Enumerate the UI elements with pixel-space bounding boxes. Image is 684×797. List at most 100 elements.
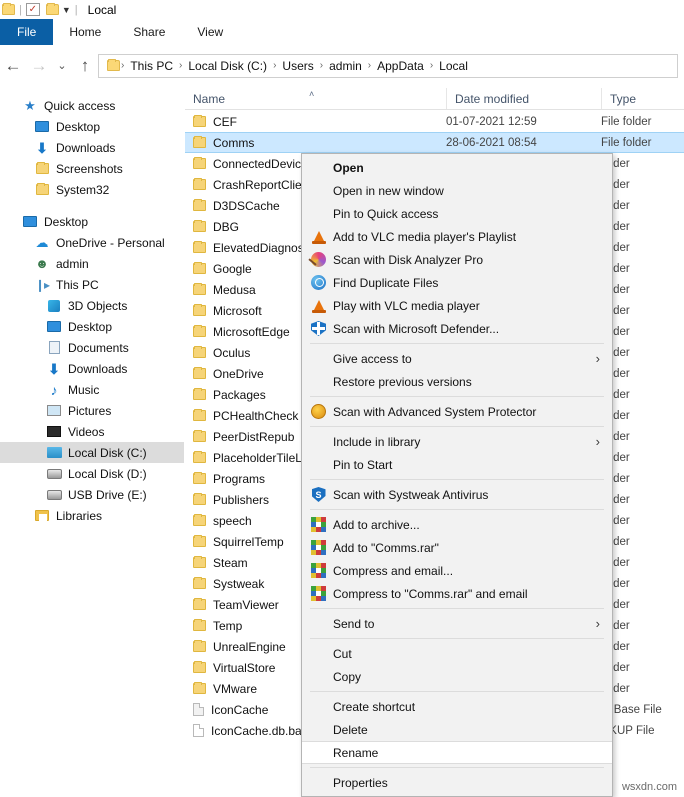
breadcrumb-item-local-disk-c[interactable]: Local Disk (C:) (183, 59, 272, 73)
sidebar-item-videos[interactable]: Videos (0, 421, 184, 442)
sidebar-item-local-disk-c[interactable]: Local Disk (C:) (0, 442, 184, 463)
sidebar-item-local-disk-d[interactable]: Local Disk (D:) (0, 463, 184, 484)
folder-icon (193, 136, 206, 148)
menu-item-include-in-library[interactable]: Include in library › (302, 430, 612, 453)
sidebar-item-music[interactable]: ♪ Music (0, 379, 184, 400)
file-name-label: OneDrive (213, 366, 264, 381)
folder-icon (193, 472, 206, 484)
file-type-cell: File folder (601, 115, 652, 128)
menu-separator (310, 343, 604, 344)
menu-icon-empty (310, 645, 327, 662)
sidebar-item-downloads[interactable]: ⬇ Downloads (0, 137, 184, 158)
menu-item-add-to-comms-rar[interactable]: Add to "Comms.rar" (302, 536, 612, 559)
document-icon (46, 340, 62, 356)
sidebar-item-desktop[interactable]: Desktop (0, 211, 184, 232)
tab-home[interactable]: Home (53, 19, 117, 45)
menu-item-compress-and-email[interactable]: Compress and email... (302, 559, 612, 582)
column-header-date-modified[interactable]: Date modified (446, 88, 601, 109)
file-type-cell: folder (601, 451, 630, 464)
menu-item-give-access-to[interactable]: Give access to › (302, 347, 612, 370)
menu-item-add-to-vlc-media-player-s-playlist[interactable]: Add to VLC media player's Playlist (302, 225, 612, 248)
file-type-cell: folder (601, 367, 630, 380)
breadcrumb-item-this-pc[interactable]: This PC (125, 59, 178, 73)
menu-item-rename[interactable]: Rename (302, 741, 612, 764)
sidebar-item-system32[interactable]: System32 (0, 179, 184, 200)
menu-item-open[interactable]: Open (302, 156, 612, 179)
folder-icon (193, 556, 206, 568)
column-header-name[interactable]: Name ˄ (185, 88, 446, 109)
recent-locations-button[interactable]: ⌄ (52, 53, 72, 79)
up-button[interactable]: ↑ (72, 53, 98, 79)
breadcrumb-item-local[interactable]: Local (434, 59, 473, 73)
tab-view[interactable]: View (181, 19, 239, 45)
menu-item-delete[interactable]: Delete (302, 718, 612, 741)
file-name-label: IconCache (211, 702, 269, 717)
table-row[interactable]: Comms 28-06-2021 08:54 File folder (185, 132, 684, 153)
forward-button[interactable]: → (26, 53, 52, 79)
sidebar-item-this-pc[interactable]: ❙▸ This PC (0, 274, 184, 295)
menu-item-label: Create shortcut (333, 699, 416, 714)
menu-item-restore-previous-versions[interactable]: Restore previous versions (302, 370, 612, 393)
tab-share[interactable]: Share (117, 19, 181, 45)
menu-item-add-to-archive[interactable]: Add to archive... (302, 513, 612, 536)
find-duplicate-icon (310, 274, 327, 291)
sidebar-item-3d-objects[interactable]: 3D Objects (0, 295, 184, 316)
sidebar-item-desktop[interactable]: Desktop (0, 316, 184, 337)
file-type-cell: folder (601, 556, 630, 569)
breadcrumb-item-users[interactable]: Users (277, 59, 318, 73)
menu-item-scan-with-systweak-antivirus[interactable]: S Scan with Systweak Antivirus (302, 483, 612, 506)
sidebar-item-quick-access[interactable]: ★ Quick access (0, 95, 184, 116)
file-name-label: CEF (213, 114, 237, 129)
menu-separator (310, 608, 604, 609)
tab-file[interactable]: File (0, 19, 54, 45)
new-folder-icon[interactable] (45, 3, 59, 15)
back-button[interactable]: ← (0, 53, 26, 79)
file-name-label: Oculus (213, 345, 251, 360)
disk-analyzer-icon (310, 251, 327, 268)
file-type-cell: folder (601, 640, 630, 653)
menu-item-scan-with-advanced-system-protector[interactable]: Scan with Advanced System Protector (302, 400, 612, 423)
sidebar-item-pictures[interactable]: Pictures (0, 400, 184, 421)
menu-item-find-duplicate-files[interactable]: Find Duplicate Files (302, 271, 612, 294)
context-menu[interactable]: Open Open in new window Pin to Quick acces… (301, 153, 613, 797)
breadcrumb-item-appdata[interactable]: AppData (372, 59, 429, 73)
menu-item-copy[interactable]: Copy (302, 665, 612, 688)
menu-item-scan-with-microsoft-defender[interactable]: Scan with Microsoft Defender... (302, 317, 612, 340)
navigation-pane[interactable]: ★ Quick access Desktop ⬇ Downloads Screenshot… (0, 88, 184, 797)
file-name-label: IconCache.db.ba (211, 723, 302, 738)
breadcrumb[interactable]: › This PC › Local Disk (C:) › Users › ad… (98, 53, 678, 78)
sidebar-item-desktop[interactable]: Desktop (0, 116, 184, 137)
file-type-cell: folder (601, 577, 630, 590)
folder-icon (193, 661, 206, 673)
folder-icon (193, 682, 206, 694)
breadcrumb-item-admin[interactable]: admin (324, 59, 367, 73)
menu-icon-empty (310, 350, 327, 367)
sidebar-item-label: This PC (56, 277, 99, 292)
folder-icon (193, 409, 206, 421)
menu-item-open-in-new-window[interactable]: Open in new window (302, 179, 612, 202)
menu-item-pin-to-start[interactable]: Pin to Start (302, 453, 612, 476)
menu-item-send-to[interactable]: Send to › (302, 612, 612, 635)
sidebar-item-label: Pictures (68, 403, 112, 418)
sidebar-item-admin[interactable]: ☻ admin (0, 253, 184, 274)
sidebar-item-downloads[interactable]: ⬇ Downloads (0, 358, 184, 379)
properties-icon[interactable]: ✓ (25, 3, 40, 16)
sidebar-item-libraries[interactable]: Libraries (0, 505, 184, 526)
folder-icon (193, 367, 206, 379)
menu-item-properties[interactable]: Properties (302, 771, 612, 794)
file-type-cell: folder (601, 409, 630, 422)
chevron-down-icon[interactable]: ▼ (62, 5, 71, 15)
menu-item-compress-to-comms-rar-and-email[interactable]: Compress to "Comms.rar" and email (302, 582, 612, 605)
sidebar-item-documents[interactable]: Documents (0, 337, 184, 358)
sidebar-item-onedrive-personal[interactable]: ☁ OneDrive - Personal (0, 232, 184, 253)
menu-item-cut[interactable]: Cut (302, 642, 612, 665)
table-row[interactable]: CEF 01-07-2021 12:59 File folder (185, 111, 684, 132)
menu-item-create-shortcut[interactable]: Create shortcut (302, 695, 612, 718)
sidebar-item-screenshots[interactable]: Screenshots (0, 158, 184, 179)
menu-item-pin-to-quick-access[interactable]: Pin to Quick access (302, 202, 612, 225)
title-divider: | (74, 3, 78, 16)
column-header-type[interactable]: Type (601, 88, 684, 109)
sidebar-item-usb-drive-e[interactable]: USB Drive (E:) (0, 484, 184, 505)
menu-item-scan-with-disk-analyzer-pro[interactable]: Scan with Disk Analyzer Pro (302, 248, 612, 271)
menu-item-play-with-vlc-media-player[interactable]: Play with VLC media player (302, 294, 612, 317)
